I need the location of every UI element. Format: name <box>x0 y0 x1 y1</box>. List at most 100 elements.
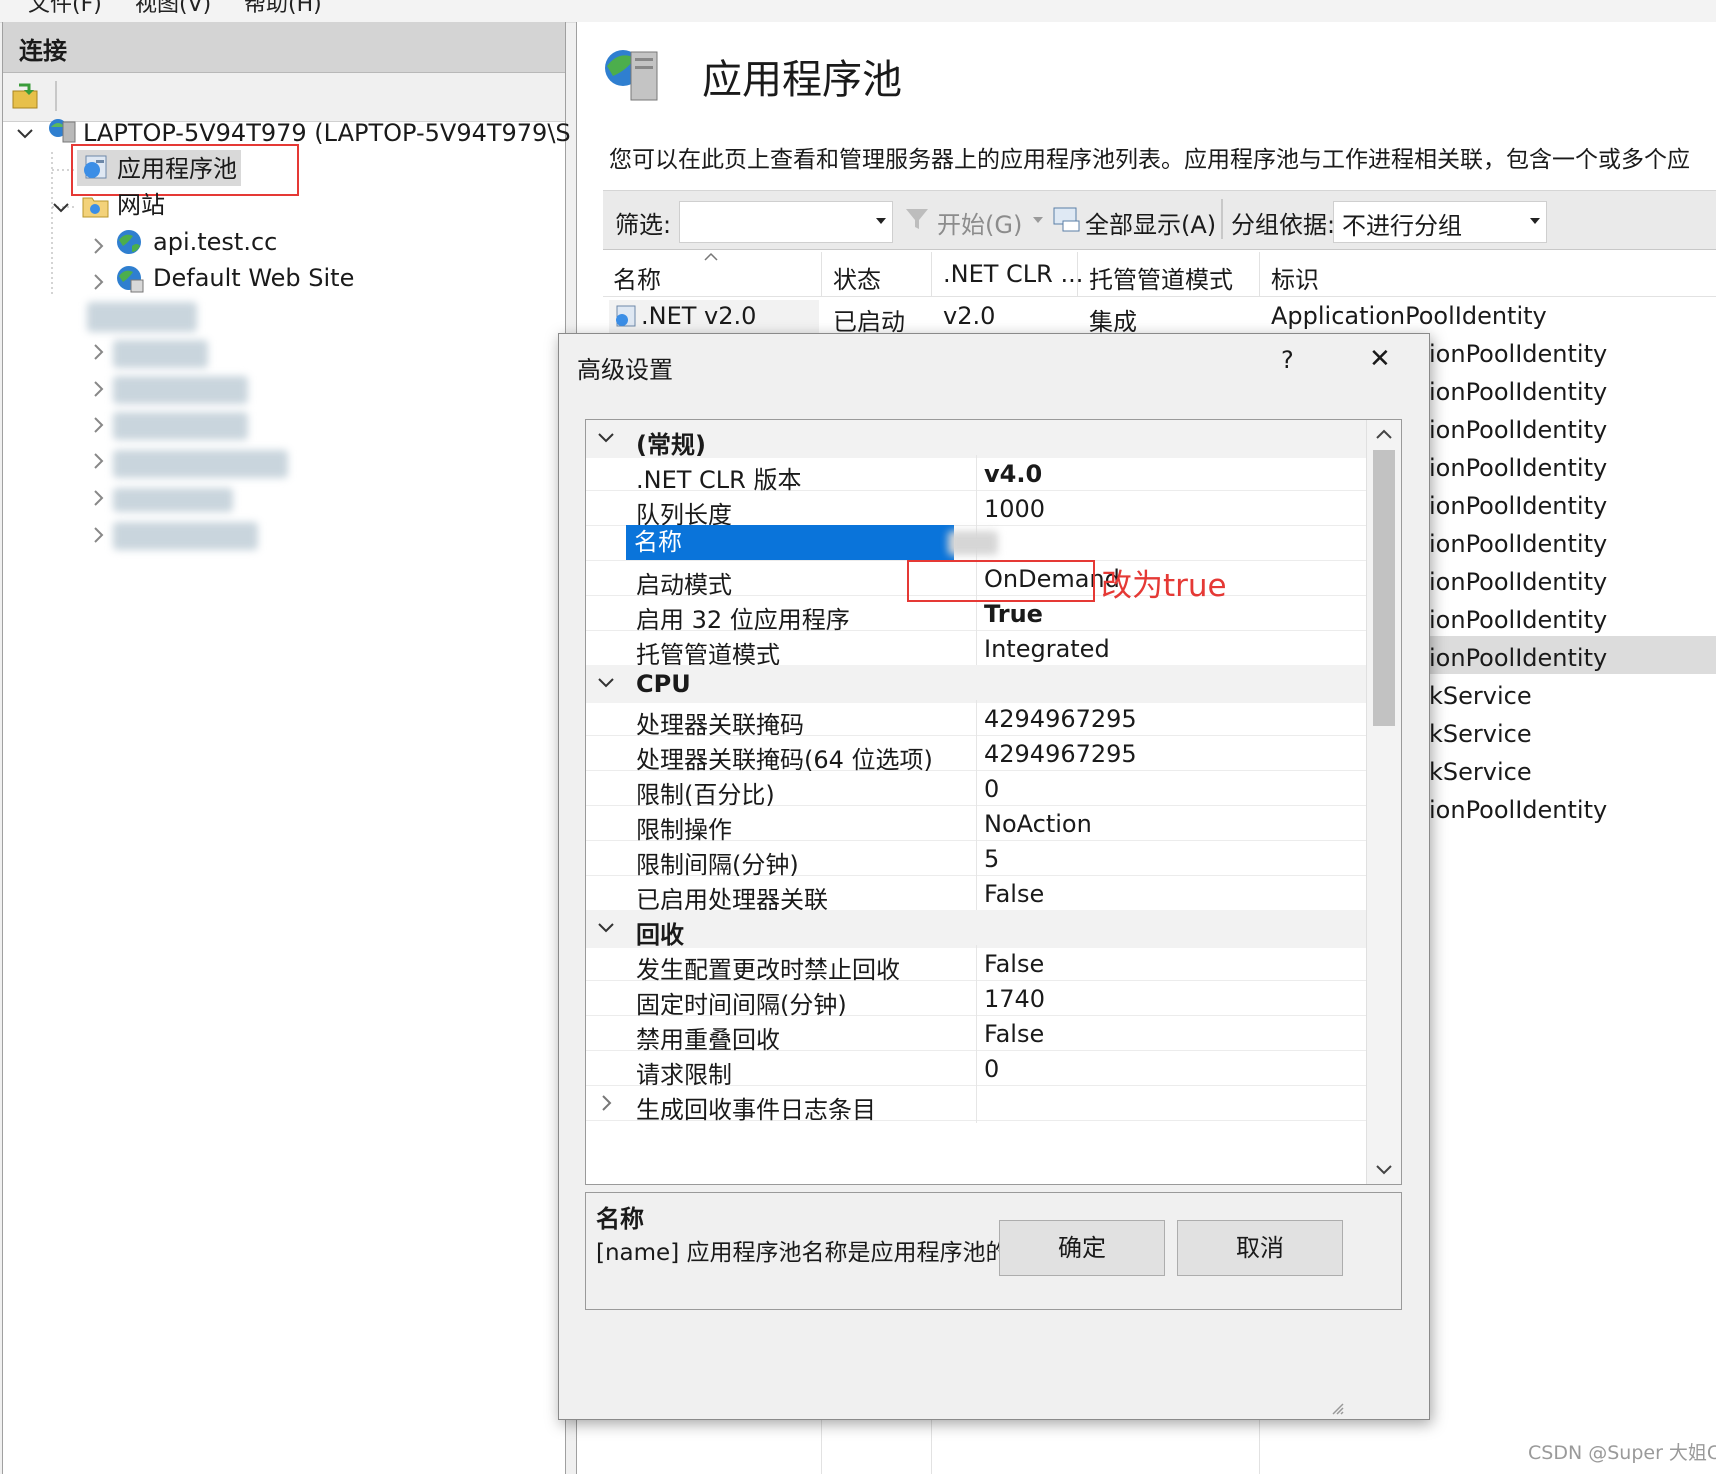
property-row[interactable]: 禁用重叠回收 False <box>586 1015 1366 1054</box>
column-divider <box>1259 1418 1260 1474</box>
cell-identity: ionPoolIdentity <box>1429 530 1608 558</box>
cell-identity: ionPoolIdentity <box>1429 340 1608 368</box>
property-row[interactable]: 名称 <box>586 525 1366 563</box>
property-row[interactable]: 生成回收事件日志条目 <box>586 1085 1366 1124</box>
property-category[interactable]: CPU <box>586 665 1366 703</box>
menu-view[interactable]: 视图(V) <box>135 0 211 18</box>
property-value[interactable]: 4294967295 <box>984 705 1137 733</box>
cancel-button[interactable]: 取消 <box>1177 1220 1343 1276</box>
column-divider <box>1259 252 1260 296</box>
property-row[interactable]: 发生配置更改时禁止回收 False <box>586 945 1366 984</box>
app-pools-icon <box>81 152 111 182</box>
property-row[interactable]: 固定时间间隔(分钟) 1740 <box>586 980 1366 1019</box>
property-key: 生成回收事件日志条目 <box>636 1096 876 1124</box>
tree-site-default[interactable]: Default Web Site <box>153 259 354 297</box>
scroll-down-icon[interactable] <box>1375 1164 1393 1176</box>
table-row[interactable]: .NET v2.0 已启动 v2.0 集成 ApplicationPoolIde… <box>603 298 1716 336</box>
column-clr[interactable]: .NET CLR ... <box>943 260 1083 288</box>
filter-label: 筛选: <box>615 211 672 239</box>
ok-button[interactable]: 确定 <box>999 1220 1165 1276</box>
column-status[interactable]: 状态 <box>833 260 881 295</box>
cell-identity: ionPoolIdentity <box>1429 606 1608 634</box>
collapse-chevron-icon[interactable] <box>596 918 616 938</box>
tree-app-pools[interactable]: 应用程序池 <box>117 150 237 188</box>
dropdown-arrow-icon[interactable] <box>1528 216 1542 228</box>
page-title: 应用程序池 <box>702 57 902 103</box>
property-value[interactable]: False <box>984 880 1044 908</box>
property-value[interactable]: 1000 <box>984 495 1045 523</box>
property-value[interactable]: Integrated <box>984 635 1110 663</box>
close-button[interactable]: ✕ <box>1369 344 1391 374</box>
help-button[interactable]: ? <box>1281 346 1294 374</box>
menu-help[interactable]: 帮助(H) <box>244 0 322 18</box>
value-divider <box>976 455 977 493</box>
column-pipeline[interactable]: 托管管道模式 <box>1089 260 1233 295</box>
sites-collapse-icon[interactable] <box>51 196 69 213</box>
cell-pipeline: 集成 <box>1089 308 1137 336</box>
connect-icon[interactable] <box>11 81 41 111</box>
menu-bar: 文件(F) 视图(V) 帮助(H) <box>0 0 1716 23</box>
site-expand-icon[interactable] <box>89 270 105 290</box>
column-identity[interactable]: 标识 <box>1271 260 1319 295</box>
column-divider <box>931 252 932 296</box>
property-category[interactable]: 回收 <box>586 910 1366 949</box>
property-value[interactable]: True <box>984 600 1043 628</box>
resize-grip-icon[interactable] <box>1331 1402 1345 1416</box>
menu-file[interactable]: 文件(F) <box>28 0 102 18</box>
value-divider <box>976 1015 977 1053</box>
property-row[interactable]: 限制操作 NoAction <box>586 805 1366 844</box>
advanced-settings-dialog: 高级设置 ? ✕ (常规) .NET CLR 版本 v4.0 队列长度 1000 名称 启动… <box>558 333 1430 1420</box>
property-row[interactable]: .NET CLR 版本 v4.0 <box>586 455 1366 494</box>
start-dropdown-icon[interactable] <box>1031 215 1045 225</box>
property-row[interactable]: 限制(百分比) 0 <box>586 770 1366 809</box>
property-row[interactable]: 托管管道模式 Integrated <box>586 630 1366 669</box>
scroll-up-icon[interactable] <box>1375 428 1393 440</box>
property-grid-scrollbar[interactable] <box>1366 420 1401 1184</box>
scroll-thumb[interactable] <box>1373 450 1395 726</box>
property-row[interactable]: 请求限制 0 <box>586 1050 1366 1089</box>
property-value[interactable]: 4294967295 <box>984 740 1137 768</box>
cell-name: .NET v2.0 <box>641 302 757 330</box>
property-value[interactable]: NoAction <box>984 810 1092 838</box>
value-divider <box>976 700 977 738</box>
value-divider <box>976 1050 977 1088</box>
collapse-chevron-icon[interactable] <box>596 428 616 448</box>
column-name[interactable]: 名称 <box>613 260 661 295</box>
expand-chevron-icon[interactable] <box>596 1093 616 1113</box>
property-value[interactable]: v4.0 <box>984 460 1042 488</box>
site-expand-icon[interactable] <box>89 234 105 254</box>
connections-header: 连接 <box>3 22 565 73</box>
tree-sites[interactable]: 网站 <box>117 186 165 224</box>
show-all-icon <box>1051 203 1083 235</box>
property-value[interactable]: False <box>984 1020 1044 1048</box>
property-value[interactable]: False <box>984 950 1044 978</box>
annotation-text: 改为true <box>1101 568 1227 604</box>
collapse-chevron-icon[interactable] <box>596 673 616 693</box>
grid-header: 名称 状态 .NET CLR ... 托管管道模式 标识 <box>603 252 1716 297</box>
property-value[interactable]: 5 <box>984 845 999 873</box>
tree-site-api[interactable]: api.test.cc <box>153 223 277 261</box>
property-value[interactable]: 1740 <box>984 985 1045 1013</box>
page-description: 您可以在此页上查看和管理服务器上的应用程序池列表。应用程序池与工作进程相关联，包… <box>609 147 1690 173</box>
cell-clr: v2.0 <box>943 302 996 330</box>
value-divider <box>976 805 977 843</box>
property-row[interactable]: 限制间隔(分钟) 5 <box>586 840 1366 879</box>
cell-identity: ionPoolIdentity <box>1429 492 1608 520</box>
redacted-tree-item <box>113 340 208 368</box>
property-row[interactable]: 已启用处理器关联 False <box>586 875 1366 914</box>
show-all-button[interactable]: 全部显示(A) <box>1085 205 1216 240</box>
globe-icon <box>115 264 145 294</box>
redacted-tree-item <box>113 412 248 440</box>
property-value[interactable]: 0 <box>984 1055 999 1083</box>
cell-identity: ionPoolIdentity <box>1429 454 1608 482</box>
property-row[interactable]: 处理器关联掩码 4294967295 <box>586 700 1366 739</box>
dropdown-arrow-icon[interactable] <box>874 216 888 228</box>
property-row[interactable]: 队列长度 1000 <box>586 490 1366 529</box>
property-row[interactable]: 处理器关联掩码(64 位选项) 4294967295 <box>586 735 1366 774</box>
server-collapse-icon[interactable] <box>15 122 33 139</box>
group-by-select[interactable]: 不进行分组 <box>1333 201 1547 243</box>
property-category[interactable]: (常规) <box>586 420 1366 459</box>
property-value[interactable]: 0 <box>984 775 999 803</box>
start-button[interactable]: 开始(G) <box>937 205 1022 240</box>
filter-input[interactable] <box>679 201 893 243</box>
